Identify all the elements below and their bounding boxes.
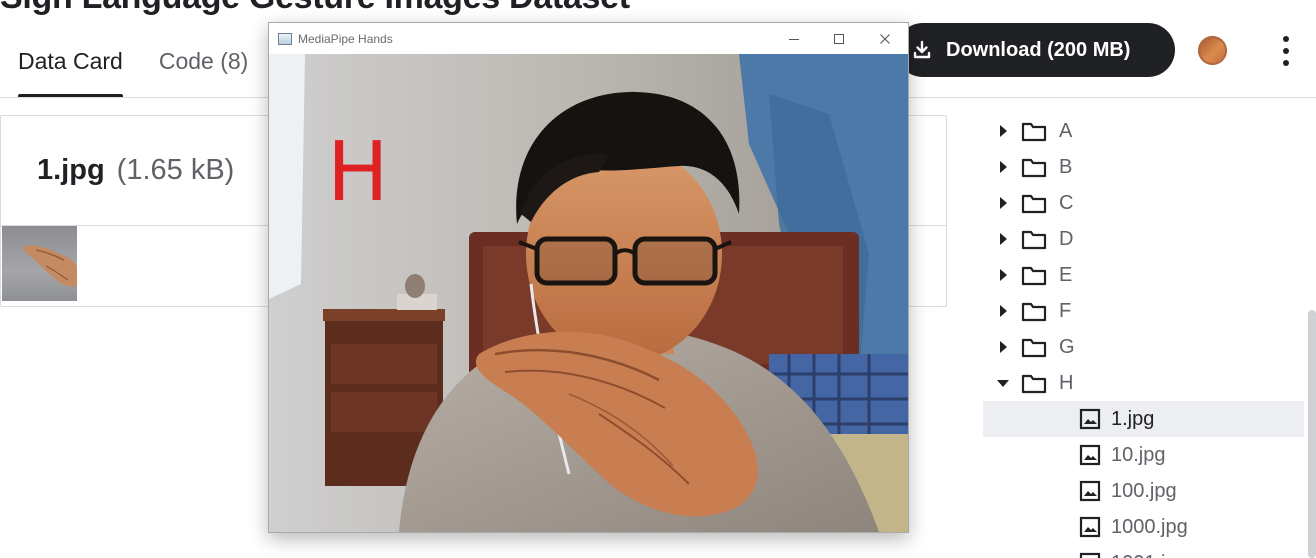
app-window-icon [278, 32, 292, 45]
image-file-icon [1079, 552, 1101, 558]
tree-folder-a[interactable]: A [983, 113, 1304, 149]
caret-down-icon[interactable] [985, 379, 1021, 387]
minimize-icon [788, 38, 799, 40]
caret-right-icon[interactable] [985, 341, 1021, 353]
tree-file-label: 1000.jpg [1111, 515, 1188, 538]
avatar[interactable] [1198, 36, 1227, 65]
tree-file-item[interactable]: 1.jpg [983, 401, 1304, 437]
more-dot-icon [1283, 48, 1289, 54]
minimize-button[interactable] [771, 23, 816, 54]
more-dot-icon [1283, 60, 1289, 66]
caret-right-icon[interactable] [985, 197, 1021, 209]
tree-folder-label: H [1059, 371, 1074, 394]
window-title: MediaPipe Hands [298, 31, 393, 46]
folder-icon [1021, 158, 1047, 178]
tree-file-label: 1.jpg [1111, 407, 1155, 430]
folder-icon [1021, 302, 1047, 322]
tree-scrollbar[interactable] [1308, 310, 1316, 558]
tree-folder-h[interactable]: H [983, 365, 1304, 401]
caret-right-icon[interactable] [985, 305, 1021, 317]
caret-right-icon[interactable] [985, 161, 1021, 173]
image-file-icon [1079, 408, 1101, 430]
tree-folder-g[interactable]: G [983, 329, 1304, 365]
download-icon [913, 40, 931, 59]
tree-folder-label: A [1059, 119, 1073, 142]
tree-folder-e[interactable]: E [983, 257, 1304, 293]
window-titlebar[interactable]: MediaPipe Hands [269, 23, 908, 54]
tab-bar: Data Card Code (8) [18, 36, 248, 98]
webcam-feed: H [269, 54, 908, 532]
mediapipe-window[interactable]: MediaPipe Hands H [268, 22, 909, 533]
folder-icon [1021, 266, 1047, 286]
more-dot-icon [1283, 36, 1289, 42]
tab-data-card[interactable]: Data Card [18, 36, 123, 98]
tree-folder-c[interactable]: C [983, 185, 1304, 221]
folder-icon [1021, 338, 1047, 358]
maximize-button[interactable] [816, 23, 861, 54]
download-button[interactable]: Download (200 MB) [896, 23, 1175, 77]
tree-folder-d[interactable]: D [983, 221, 1304, 257]
file-name: 1.jpg [37, 154, 105, 186]
tree-folder-label: C [1059, 191, 1074, 214]
tab-code[interactable]: Code (8) [159, 36, 248, 98]
tree-file-item[interactable]: 10.jpg [983, 437, 1304, 473]
tree-file-item[interactable]: 1000.jpg [983, 509, 1304, 545]
close-icon [879, 33, 890, 44]
page-title: Sign Language Gesture Images Dataset [0, 0, 630, 17]
tree-folder-label: E [1059, 263, 1073, 286]
folder-icon [1021, 194, 1047, 214]
detected-letter-overlay: H [327, 125, 389, 220]
tree-folder-f[interactable]: F [983, 293, 1304, 329]
more-options-button[interactable] [1276, 36, 1296, 66]
folder-icon [1021, 230, 1047, 250]
tree-folder-label: D [1059, 227, 1074, 250]
image-thumbnail[interactable] [2, 226, 77, 301]
image-file-icon [1079, 480, 1101, 502]
image-file-icon [1079, 444, 1101, 466]
folder-icon [1021, 122, 1047, 142]
tree-file-label: 10.jpg [1111, 443, 1166, 466]
tree-folder-label: F [1059, 299, 1072, 322]
tree-folder-b[interactable]: B [983, 149, 1304, 185]
caret-right-icon[interactable] [985, 269, 1021, 281]
tree-file-item[interactable]: 1001.jpg [983, 545, 1304, 558]
close-button[interactable] [862, 23, 907, 54]
tree-file-label: 100.jpg [1111, 479, 1177, 502]
tree-folder-label: G [1059, 335, 1075, 358]
tree-file-item[interactable]: 100.jpg [983, 473, 1304, 509]
maximize-icon [833, 33, 844, 44]
image-file-icon [1079, 516, 1101, 538]
file-size: (1.65 kB) [116, 154, 235, 186]
caret-right-icon[interactable] [985, 125, 1021, 137]
folder-icon [1021, 374, 1047, 394]
tree-folder-label: B [1059, 155, 1073, 178]
download-label: Download (200 MB) [946, 38, 1131, 61]
caret-right-icon[interactable] [985, 233, 1021, 245]
tree-file-label: 1001.jpg [1111, 552, 1188, 558]
